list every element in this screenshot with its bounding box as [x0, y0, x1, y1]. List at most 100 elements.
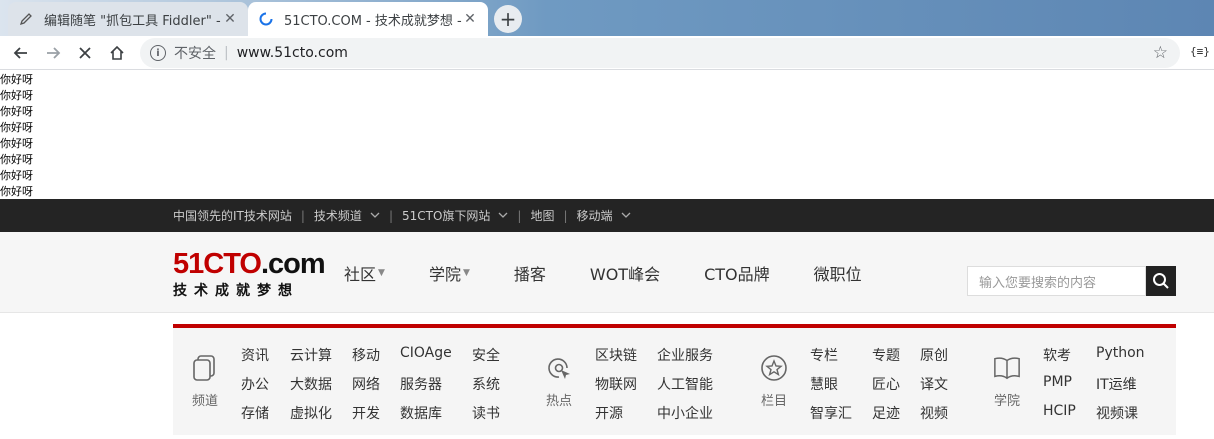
browser-tab-strip: 编辑随笔 "抓包工具 Fiddler" - 博 ✕ 51CTO.COM - 技术…: [0, 0, 1214, 36]
main-nav-item[interactable]: 播客: [514, 261, 546, 285]
json-extension-icon[interactable]: {≡}: [1190, 45, 1210, 58]
channel-link[interactable]: 慧眼: [810, 374, 872, 403]
channel-link[interactable]: 区块链: [595, 345, 657, 374]
document-icon: [191, 354, 219, 382]
info-icon[interactable]: i: [150, 45, 166, 61]
main-nav-item[interactable]: 微职位: [814, 261, 862, 285]
channel-link[interactable]: 视频课: [1096, 403, 1156, 432]
topbar-link[interactable]: 中国领先的IT技术网站: [173, 207, 292, 224]
channel-link[interactable]: 办公: [241, 374, 290, 403]
address-bar[interactable]: i 不安全 | www.51cto.com ☆: [140, 38, 1180, 68]
url-text[interactable]: www.51cto.com: [237, 45, 348, 61]
search-icon: [1153, 273, 1169, 289]
topbar-divider: |: [300, 208, 305, 223]
channel-link[interactable]: 云计算: [290, 345, 352, 374]
channel-link[interactable]: 数据库: [400, 403, 472, 432]
channel-link[interactable]: PMP: [1043, 374, 1096, 403]
site-topbar: 中国领先的IT技术网站 | 技术频道 | 51CTO旗下网站 | 地图 | 移动端: [0, 199, 1214, 232]
channel-link[interactable]: 物联网: [595, 374, 657, 403]
channel-link[interactable]: 存储: [241, 403, 290, 432]
browser-tab-edit-post[interactable]: 编辑随笔 "抓包工具 Fiddler" - 博 ✕: [8, 2, 248, 36]
home-icon[interactable]: [104, 40, 130, 66]
topbar-link[interactable]: 51CTO旗下网站: [402, 207, 508, 224]
channel-link-grid: 资讯 办公 存储 云计算 大数据 虚拟化 移动 网络 开发 CIOAge 服务器 数据库 安全 系统 读书: [241, 345, 512, 432]
channel-link[interactable]: 智享汇: [810, 403, 872, 432]
greeting-line: 你好呀: [0, 89, 33, 102]
channel-link[interactable]: 原创: [920, 345, 960, 374]
main-nav-label: 播客: [513, 264, 546, 284]
forward-arrow-icon[interactable]: [40, 40, 66, 66]
site-header: 51CTO.com 技术成就梦想 社区 ▼ 学院 ▼ 播客 WOT峰会 CTO品牌 微职位 输…: [0, 232, 1214, 313]
channel-group-label: 频道: [191, 394, 218, 409]
topbar-link[interactable]: 地图: [530, 207, 554, 224]
channel-link[interactable]: 系统: [472, 374, 512, 403]
channel-link[interactable]: 服务器: [400, 374, 472, 403]
browser-toolbar: i 不安全 | www.51cto.com ☆ {≡}: [0, 36, 1214, 70]
site-search: 输入您要搜索的内容: [967, 266, 1176, 296]
bookmark-star-icon[interactable]: ☆: [1153, 43, 1168, 63]
channel-link[interactable]: 专栏: [810, 345, 872, 374]
close-icon[interactable]: ✕: [462, 11, 478, 27]
close-icon[interactable]: ✕: [222, 11, 238, 27]
channel-link[interactable]: 中小企业: [657, 403, 727, 432]
main-nav-item[interactable]: CTO品牌: [704, 261, 770, 285]
channel-link-grid: 软考 PMP HCIP Python IT运维 视频课: [1043, 345, 1156, 432]
channel-link[interactable]: 软考: [1043, 345, 1096, 374]
channel-link[interactable]: 安全: [472, 345, 512, 374]
channel-link-grid: 区块链 物联网 开源 企业服务 人工智能 中小企业: [595, 345, 727, 432]
caret-down-icon: ▼: [378, 267, 385, 278]
channel-group-heading[interactable]: 热点: [545, 354, 573, 409]
logo-brand-black: .com: [260, 248, 326, 280]
channel-link[interactable]: 企业服务: [657, 345, 727, 374]
search-input[interactable]: 输入您要搜索的内容: [967, 266, 1146, 296]
channel-link[interactable]: HCIP: [1043, 403, 1096, 432]
channel-group-heading[interactable]: 学院: [993, 354, 1021, 409]
channel-link[interactable]: 移动: [352, 345, 400, 374]
topbar-link[interactable]: 技术频道: [314, 207, 380, 224]
edit-pen-icon: [18, 11, 34, 27]
channel-link[interactable]: 匠心: [872, 374, 920, 403]
greeting-line: 你好呀: [0, 169, 33, 182]
channel-link[interactable]: 资讯: [241, 345, 290, 374]
main-nav-label: CTO品牌: [704, 264, 770, 284]
new-tab-button[interactable]: +: [494, 5, 522, 33]
tab-title: 编辑随笔 "抓包工具 Fiddler" - 博: [44, 13, 222, 29]
main-nav-label: 微职位: [813, 264, 862, 284]
channel-link[interactable]: 开发: [352, 403, 400, 432]
channel-link[interactable]: 虚拟化: [290, 403, 352, 432]
channel-link[interactable]: IT运维: [1096, 374, 1156, 403]
channel-group-heading[interactable]: 栏目: [760, 354, 788, 409]
main-nav-item[interactable]: 学院 ▼: [429, 261, 470, 285]
channel-link[interactable]: 译文: [920, 374, 960, 403]
channel-group-label: 热点: [545, 394, 572, 409]
main-nav-label: 学院: [428, 264, 461, 284]
browser-tab-51cto[interactable]: 51CTO.COM - 技术成就梦想 - 中 ✕: [248, 2, 488, 36]
stop-loading-icon[interactable]: [72, 40, 98, 66]
search-button[interactable]: [1146, 266, 1176, 296]
open-book-icon: [993, 354, 1021, 382]
channel-link[interactable]: 专题: [872, 345, 920, 374]
back-arrow-icon[interactable]: [8, 40, 34, 66]
channel-group-heading[interactable]: 频道: [191, 354, 219, 409]
main-nav-item[interactable]: WOT峰会: [590, 261, 660, 285]
channel-link[interactable]: 读书: [472, 403, 512, 432]
channel-link[interactable]: 网络: [352, 374, 400, 403]
channel-panel: 频道 资讯 办公 存储 云计算 大数据 虚拟化 移动 网络 开发 CIOAge 服务器 数据库 安全 系统读…: [173, 324, 1176, 435]
site-logo[interactable]: 51CTO.com 技术成就梦想: [173, 249, 326, 300]
greeting-line: 你好呀: [0, 185, 33, 198]
channel-link[interactable]: 大数据: [290, 374, 352, 403]
greeting-line: 你好呀: [0, 121, 33, 134]
topbar-link[interactable]: 移动端: [577, 207, 631, 224]
channel-link[interactable]: Python: [1096, 345, 1156, 374]
loading-spinner-icon: [258, 11, 274, 27]
topbar-divider: |: [517, 208, 522, 223]
topbar-link-label: 中国领先的IT技术网站: [173, 209, 292, 223]
channel-link[interactable]: 人工智能: [657, 374, 727, 403]
address-divider: |: [224, 45, 229, 61]
channel-link[interactable]: 视频: [920, 403, 960, 432]
channel-link[interactable]: CIOAge: [400, 345, 472, 374]
channel-link[interactable]: 足迹: [872, 403, 920, 432]
main-nav-item[interactable]: 社区 ▼: [344, 261, 385, 285]
caret-down-icon: ▼: [462, 267, 470, 278]
channel-link[interactable]: 开源: [595, 403, 657, 432]
